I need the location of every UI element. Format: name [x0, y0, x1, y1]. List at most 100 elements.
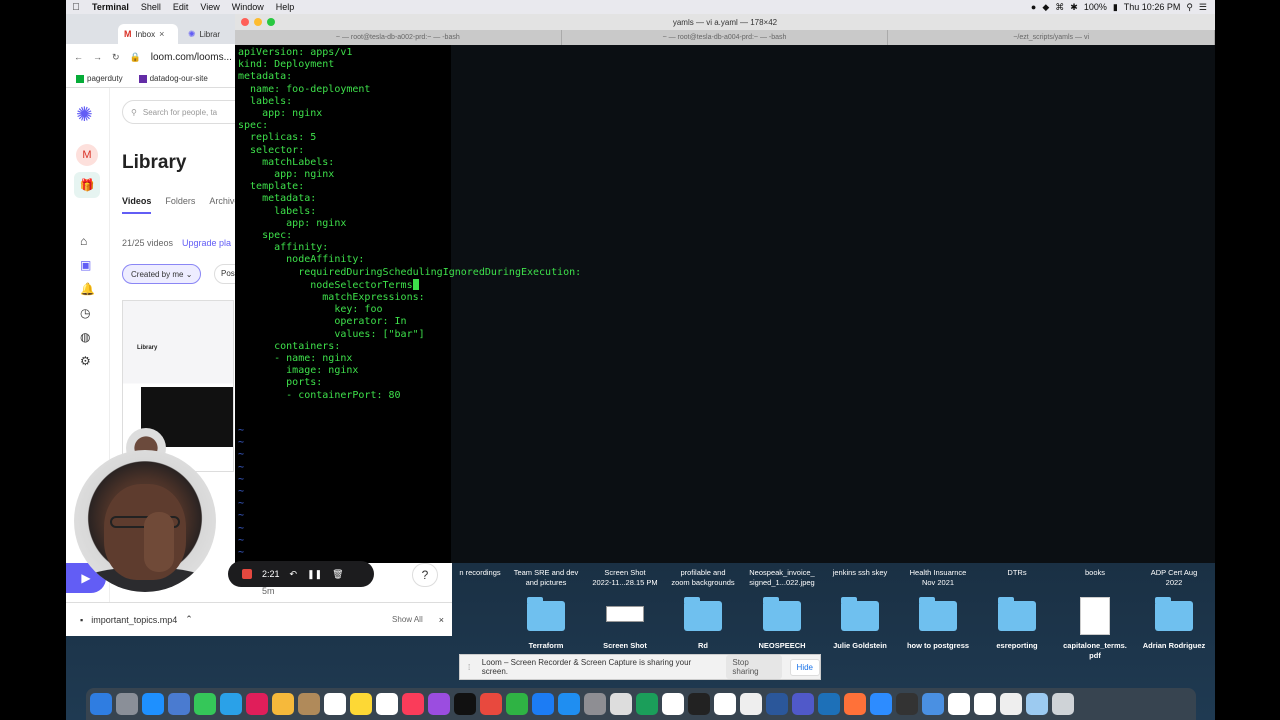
desktop-item-label[interactable]: Team SRE and dev and pictures — [506, 568, 586, 588]
keynote-icon[interactable] — [532, 693, 554, 715]
webcam-bubble[interactable] — [74, 450, 216, 592]
webex-icon[interactable] — [818, 693, 840, 715]
chrome-icon[interactable] — [662, 693, 684, 715]
zoom-window-icon[interactable] — [267, 18, 275, 26]
settings-icon[interactable] — [584, 693, 606, 715]
hide-button[interactable]: Hide — [789, 658, 820, 676]
tab-folders[interactable]: Folders — [165, 196, 195, 214]
chat-icon[interactable] — [220, 693, 242, 715]
minimize-window-icon[interactable] — [254, 18, 262, 26]
numbers-icon[interactable] — [506, 693, 528, 715]
contacts-icon[interactable] — [298, 693, 320, 715]
desktop-item-label[interactable]: Screen Shot — [580, 641, 670, 651]
home-icon[interactable]: ⌂ — [80, 234, 87, 248]
calendar-icon[interactable] — [324, 693, 346, 715]
slack-icon[interactable] — [246, 693, 268, 715]
messages-icon[interactable] — [194, 693, 216, 715]
back-icon[interactable]: ← — [74, 52, 83, 62]
desktop-item-label[interactable]: Screen Shot 2022-11...28.15 PM — [585, 568, 665, 588]
show-all-button[interactable]: Show All — [392, 615, 423, 624]
help-button[interactable]: ? — [412, 563, 438, 587]
menu-help[interactable]: Help — [270, 2, 301, 12]
desktop-item-label[interactable]: Neospeak_invoice_ signed_1...022.jpeg — [742, 568, 822, 588]
close-window-icon[interactable] — [241, 18, 249, 26]
textedit-icon[interactable] — [948, 693, 970, 715]
gift-icon[interactable]: 🎁 — [74, 172, 100, 198]
clock-icon[interactable]: ◷ — [80, 306, 90, 320]
finder-icon[interactable] — [90, 693, 112, 715]
image-file-icon[interactable] — [606, 606, 644, 622]
bluetooth-icon[interactable]: ✱ — [1070, 2, 1078, 13]
bookmark-datadog[interactable]: datadog-our-site — [138, 74, 208, 83]
folder-icon[interactable] — [841, 597, 879, 631]
photos-icon[interactable] — [272, 693, 294, 715]
pause-icon[interactable]: ❚❚ — [307, 569, 322, 580]
desktop-item-label[interactable]: capitalone_terms. pdf — [1050, 641, 1140, 661]
downloads-icon[interactable] — [1026, 693, 1048, 715]
desktop-item-label[interactable]: Adrian Rodriguez — [1129, 641, 1219, 651]
doc-icon[interactable] — [740, 693, 762, 715]
music-icon[interactable] — [402, 693, 424, 715]
close-icon[interactable]: × — [159, 29, 164, 39]
drag-handle-icon[interactable]: ⁞ — [468, 663, 474, 672]
globe-icon[interactable]: ◍ — [80, 330, 90, 344]
news-icon[interactable] — [480, 693, 502, 715]
address-field[interactable]: loom.com/looms... — [151, 52, 232, 63]
menu-window[interactable]: Window — [226, 2, 270, 12]
folder-icon[interactable] — [763, 597, 801, 631]
forward-icon[interactable]: → — [93, 52, 102, 62]
terminal-tab-2[interactable]: ~ — root@tesla-db-a004-prd:~ — -bash — [562, 30, 889, 45]
terminal-tab-3[interactable]: ~/ezt_scripts/yamls — vi — [888, 30, 1215, 45]
terminal-tab-1[interactable]: ~ — root@tesla-db-a002-prd:~ — -bash — [235, 30, 562, 45]
menu-view[interactable]: View — [194, 2, 225, 12]
loom-logo-icon[interactable]: ✺ — [76, 102, 93, 127]
folder-icon[interactable] — [684, 597, 722, 631]
dropbox-icon[interactable]: ◆ — [1042, 2, 1049, 13]
desktop-item-label[interactable]: how to postgress — [893, 641, 983, 651]
folder-icon[interactable] — [919, 597, 957, 631]
zoom-icon[interactable] — [870, 693, 892, 715]
vpn-icon[interactable] — [636, 693, 658, 715]
stop-recording-button[interactable] — [242, 569, 252, 579]
safari-icon[interactable] — [142, 693, 164, 715]
bookmark-pagerduty[interactable]: pagerduty — [76, 74, 123, 83]
launchpad-icon[interactable] — [116, 693, 138, 715]
desktop-item-label[interactable]: DTRs — [977, 568, 1057, 578]
desktop-item-label[interactable]: jenkins ssh skey — [820, 568, 900, 578]
download-item[interactable]: ▪ important_topics.mp4 ⌃ — [80, 614, 193, 625]
desktop-item-label[interactable]: esreporting — [972, 641, 1062, 651]
chevron-up-icon[interactable]: ⌃ — [185, 614, 193, 625]
control-center-icon[interactable]: ☰ — [1199, 2, 1207, 13]
folder-icon[interactable] — [1155, 597, 1193, 631]
notes-icon[interactable] — [350, 693, 372, 715]
menu-edit[interactable]: Edit — [167, 2, 195, 12]
tv-icon[interactable] — [454, 693, 476, 715]
menu-shell[interactable]: Shell — [135, 2, 167, 12]
stop-sharing-button[interactable]: Stop sharing — [726, 655, 782, 679]
wifi-icon[interactable]: ⌘ — [1055, 2, 1064, 13]
preview2-icon[interactable] — [1000, 693, 1022, 715]
trash-icon[interactable] — [1052, 693, 1074, 715]
tab-inbox[interactable]: M Inbox × — [118, 24, 178, 44]
microphone-icon[interactable]: ● — [1031, 2, 1036, 12]
vi-buffer[interactable]: apiVersion: apps/v1 kind: Deployment met… — [238, 47, 581, 402]
desktop-item-label[interactable]: profilable and zoom backgrounds — [663, 568, 743, 588]
roblox-icon[interactable] — [610, 693, 632, 715]
tab-library[interactable]: ✺ Librar — [182, 24, 242, 44]
reload-icon[interactable]: ↻ — [112, 52, 120, 63]
bell-icon[interactable]: 🔔 — [80, 282, 95, 296]
menu-app-name[interactable]: Terminal — [86, 2, 135, 12]
apple-icon[interactable]:  — [66, 2, 86, 13]
desktop-item-label[interactable]: Rd — [658, 641, 748, 651]
terminal-body[interactable]: apiVersion: apps/v1 kind: Deployment met… — [235, 45, 1215, 563]
pdf-file-icon[interactable] — [1080, 597, 1110, 635]
notes2-icon[interactable] — [974, 693, 996, 715]
desktop-item-label[interactable]: Terraform — [501, 641, 591, 651]
desktop-item-label[interactable]: ADP Cert Aug 2022 — [1134, 568, 1214, 588]
app-store-icon[interactable] — [558, 693, 580, 715]
trash-icon[interactable]: 🗑 — [332, 569, 343, 580]
slack2-icon[interactable] — [714, 693, 736, 715]
library-icon[interactable]: ▣ — [80, 258, 91, 272]
desktop-item-label[interactable]: Julie Goldstein — [815, 641, 905, 651]
folder-icon[interactable] — [998, 597, 1036, 631]
